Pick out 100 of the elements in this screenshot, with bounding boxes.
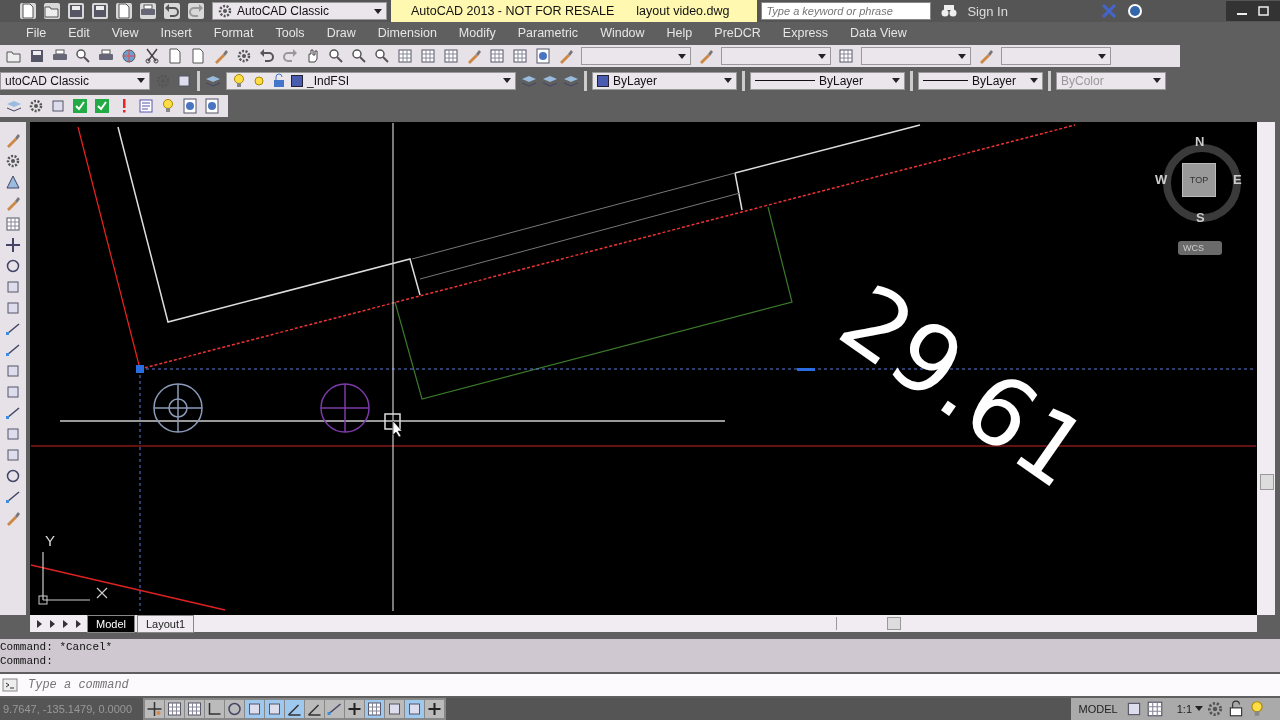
magnifier-icon[interactable] — [75, 48, 91, 64]
brush-icon[interactable] — [978, 48, 994, 64]
sign-in-button[interactable]: Sign In — [961, 2, 1092, 20]
brush-icon[interactable] — [698, 48, 714, 64]
globe-icon[interactable] — [121, 48, 137, 64]
caret-icon[interactable] — [958, 53, 966, 59]
scissors-icon[interactable] — [144, 48, 160, 64]
lineweight-dropdown[interactable]: ByLayer — [918, 71, 1043, 90]
menu-item[interactable]: Insert — [160, 26, 192, 41]
check-icon[interactable] — [94, 98, 110, 115]
color-dropdown[interactable]: ByLayer — [592, 71, 737, 90]
menu-item[interactable]: Dimension — [377, 26, 437, 41]
viewcube-face[interactable]: TOP — [1182, 163, 1216, 198]
menu-item[interactable]: Window — [600, 26, 645, 41]
save-icon[interactable] — [68, 3, 84, 19]
caret-icon[interactable] — [137, 78, 145, 84]
angle-icon[interactable] — [305, 699, 324, 718]
brush-icon[interactable] — [213, 48, 229, 64]
menu-item[interactable]: PreDCR — [714, 26, 761, 41]
gear-icon[interactable] — [236, 48, 252, 64]
grid-icon[interactable] — [1145, 699, 1164, 718]
layer-dropdown[interactable]: _IndFSI — [226, 71, 516, 90]
linetype-dropdown[interactable]: ByLayer — [750, 71, 905, 90]
bulb-icon[interactable] — [160, 98, 176, 115]
folder-icon[interactable] — [44, 3, 60, 19]
save-icon[interactable] — [92, 3, 108, 19]
magnifier-icon[interactable] — [351, 48, 367, 64]
tab-nav-icon[interactable] — [47, 617, 57, 630]
magnifier-icon[interactable] — [328, 48, 344, 64]
printer-icon[interactable] — [140, 3, 156, 19]
tab-nav-icon[interactable] — [73, 617, 83, 630]
triangle-icon[interactable] — [5, 174, 21, 191]
brush-icon[interactable] — [5, 195, 21, 212]
square-icon[interactable] — [245, 699, 264, 718]
square-icon[interactable] — [176, 72, 192, 89]
hand-icon[interactable] — [305, 48, 321, 64]
caret-icon[interactable] — [818, 53, 826, 59]
grid-icon[interactable] — [365, 699, 384, 718]
grid-icon[interactable] — [165, 699, 184, 718]
caret-icon[interactable] — [1195, 706, 1203, 712]
vertical-scrollbar[interactable] — [1257, 122, 1275, 616]
document-icon[interactable] — [116, 3, 132, 19]
grid-icon[interactable] — [185, 699, 204, 718]
angle-icon[interactable] — [285, 699, 304, 718]
tab-nav-icon[interactable] — [34, 617, 44, 630]
tab-nav-icon[interactable] — [60, 617, 70, 630]
caret-icon[interactable] — [1098, 53, 1106, 59]
crosshair-icon[interactable] — [145, 699, 164, 718]
grip-marker[interactable] — [797, 368, 815, 372]
move-icon[interactable] — [5, 237, 21, 254]
menu-item[interactable]: Data View — [850, 26, 907, 41]
ucs-menu[interactable]: WCS — [1178, 241, 1222, 256]
compass-label[interactable]: W — [1155, 172, 1168, 188]
caret-icon[interactable] — [724, 78, 732, 84]
caret-icon[interactable] — [503, 78, 511, 84]
document-icon[interactable] — [167, 48, 183, 64]
circle-icon[interactable] — [5, 258, 21, 275]
menu-item[interactable]: Format — [213, 26, 254, 41]
brush-icon[interactable] — [466, 48, 482, 64]
menu-item[interactable]: Help — [666, 26, 693, 41]
multileader-style-dropdown[interactable] — [1001, 47, 1111, 65]
brush-icon[interactable] — [558, 48, 574, 64]
search-field[interactable]: Type a keyword or phrase — [761, 2, 932, 20]
document-icon[interactable] — [20, 3, 36, 19]
undo-icon[interactable] — [259, 48, 275, 64]
brush-icon[interactable] — [5, 132, 21, 149]
list-icon[interactable] — [138, 98, 154, 115]
document-icon[interactable] — [190, 48, 206, 64]
line-icon[interactable] — [5, 342, 21, 359]
menu-item[interactable]: Modify — [458, 26, 496, 41]
save-icon[interactable] — [29, 48, 45, 64]
menu-item[interactable]: File — [26, 26, 47, 41]
menu-item[interactable]: Express — [782, 26, 828, 41]
circle-icon[interactable] — [5, 468, 21, 485]
menu-item[interactable]: Tools — [275, 26, 305, 41]
undo-icon[interactable] — [164, 3, 180, 19]
menu-item[interactable]: View — [111, 26, 139, 41]
caret-icon[interactable] — [678, 53, 686, 59]
line-icon[interactable] — [5, 321, 21, 338]
grip-marker[interactable] — [136, 365, 144, 374]
magnifier-icon[interactable] — [374, 48, 390, 64]
plus-icon[interactable] — [425, 699, 444, 718]
line-icon[interactable] — [5, 489, 21, 506]
workspace-dropdown[interactable]: AutoCAD Classic — [212, 2, 387, 20]
ortho-icon[interactable] — [205, 699, 224, 718]
compass-label[interactable]: S — [1196, 210, 1205, 226]
binoculars-icon[interactable] — [941, 3, 958, 19]
menu-item[interactable]: Edit — [68, 26, 90, 41]
lock-icon[interactable] — [1227, 699, 1245, 718]
square-icon[interactable] — [385, 699, 404, 718]
check-icon[interactable] — [72, 98, 88, 115]
compass-label[interactable]: E — [1233, 172, 1242, 188]
compass-label[interactable]: N — [1195, 134, 1205, 150]
square-icon[interactable] — [265, 699, 284, 718]
caret-icon[interactable] — [374, 8, 382, 14]
gear-icon[interactable] — [5, 153, 21, 170]
line-icon[interactable] — [5, 405, 21, 422]
brush-icon[interactable] — [5, 510, 21, 527]
layout-tab[interactable]: Layout1 — [136, 614, 195, 633]
caret-icon[interactable] — [892, 78, 900, 84]
